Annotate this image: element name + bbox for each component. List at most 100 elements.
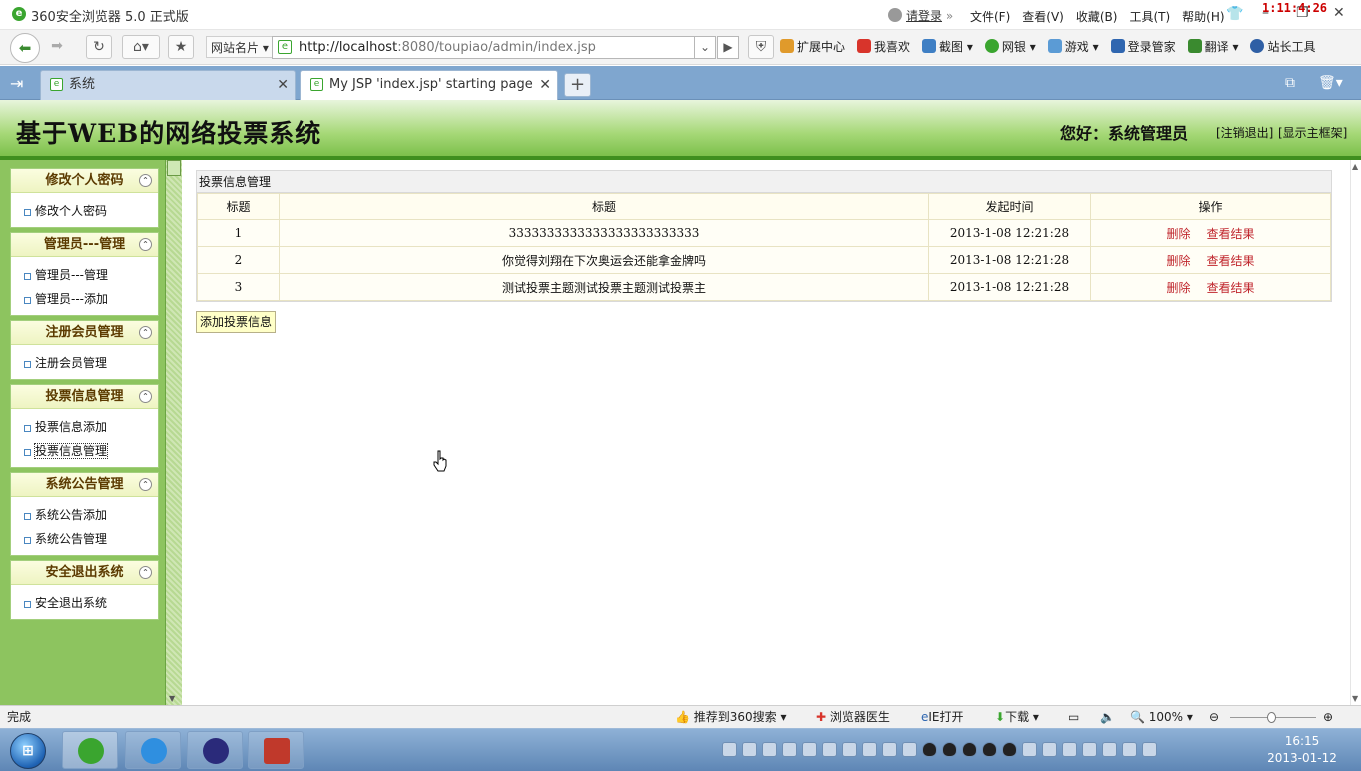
add-vote-button[interactable]: 添加投票信息: [196, 311, 277, 333]
sidebar-item-change-password[interactable]: 修改个人密码: [11, 199, 158, 223]
sidebar-item-admin-add[interactable]: 管理员---添加: [11, 287, 158, 311]
sidebar-item-vote-manage[interactable]: 投票信息管理: [11, 439, 158, 463]
tray-app-icon[interactable]: [742, 742, 757, 757]
menu-favorites[interactable]: 收藏(B): [1076, 8, 1118, 25]
volume-icon[interactable]: 🔈: [1100, 706, 1115, 728]
taskbar-clock[interactable]: 16:15 2013-01-12: [1262, 733, 1342, 767]
tab-system[interactable]: e 系统 ✕: [40, 70, 296, 100]
forward-button[interactable]: ➡: [44, 35, 70, 59]
close-tab-icon[interactable]: ✕: [539, 71, 551, 99]
collapse-icon[interactable]: ⌃: [139, 478, 152, 491]
qq-icon[interactable]: [962, 742, 977, 757]
collapse-icon[interactable]: ⌃: [139, 238, 152, 251]
download-button[interactable]: ⬇下载 ▾: [995, 706, 1039, 728]
tray-app-icon[interactable]: [842, 742, 857, 757]
panel-header[interactable]: 投票信息管理 ⌃: [11, 385, 158, 409]
scroll-up-icon[interactable]: ▲: [1352, 162, 1358, 171]
panel-header[interactable]: 修改个人密码 ⌃: [11, 169, 158, 193]
sidebar-item-safe-logout[interactable]: 安全退出系统: [11, 591, 158, 615]
tool-games[interactable]: 游戏 ▾: [1047, 38, 1099, 55]
sidebar-item-notice-add[interactable]: 系统公告添加: [11, 503, 158, 527]
qq-icon[interactable]: [922, 742, 937, 757]
sidebar-item-notice-manage[interactable]: 系统公告管理: [11, 527, 158, 551]
sidebar-scrollbar[interactable]: ▼: [165, 160, 182, 705]
network-icon[interactable]: [1142, 742, 1157, 757]
zoom-out-icon[interactable]: ⊖: [1209, 706, 1219, 728]
new-tab-button[interactable]: +: [564, 73, 591, 97]
tray-app-icon[interactable]: [902, 742, 917, 757]
collapse-icon[interactable]: ⌃: [139, 174, 152, 187]
ie-open[interactable]: eIE打开: [921, 706, 964, 728]
scroll-down-icon[interactable]: ▼: [1352, 694, 1358, 703]
scroll-down-icon[interactable]: ▼: [169, 694, 175, 703]
tool-extensions[interactable]: 扩展中心: [780, 38, 845, 55]
device-icon[interactable]: [1102, 742, 1117, 757]
sidebar-item-member-manage[interactable]: 注册会员管理: [11, 351, 158, 375]
tray-app-icon[interactable]: [802, 742, 817, 757]
tool-webmaster[interactable]: 站长工具: [1250, 38, 1316, 55]
panel-header[interactable]: 安全退出系统 ⌃: [11, 561, 158, 585]
menu-view[interactable]: 查看(V): [1022, 8, 1064, 25]
skin-icon[interactable]: 👕: [1226, 6, 1243, 22]
collapse-icon[interactable]: ⌃: [139, 566, 152, 579]
tab-index-jsp[interactable]: e My JSP 'index.jsp' starting page ✕: [300, 70, 558, 100]
collapse-icon[interactable]: ⌃: [139, 390, 152, 403]
qq-icon[interactable]: [942, 742, 957, 757]
sidebar-item-admin-manage[interactable]: 管理员---管理: [11, 263, 158, 287]
tray-app-icon[interactable]: [862, 742, 877, 757]
tool-like[interactable]: 我喜欢: [857, 38, 910, 55]
zoom-control[interactable]: 🔍 100% ▾: [1130, 706, 1193, 728]
window-icon[interactable]: ▭: [1068, 706, 1079, 728]
tray-app-icon[interactable]: [882, 742, 897, 757]
address-dropdown-button[interactable]: ⌄: [694, 36, 716, 59]
zoom-slider-handle[interactable]: [1267, 712, 1276, 723]
menu-tools[interactable]: 工具(T): [1129, 8, 1170, 25]
delete-link[interactable]: 删除: [1166, 254, 1190, 268]
login-area[interactable]: 请登录 »: [888, 7, 953, 24]
back-button[interactable]: ⬅: [10, 33, 40, 63]
tool-screenshot[interactable]: 截图 ▾: [922, 38, 973, 55]
trash-icon[interactable]: 🗑▾: [1318, 75, 1343, 91]
tray-app-icon[interactable]: [762, 742, 777, 757]
sync-icon[interactable]: [1062, 742, 1077, 757]
start-button[interactable]: ⊞: [10, 733, 46, 769]
tool-login-manager[interactable]: 登录管家: [1110, 38, 1176, 55]
security-button[interactable]: ⛨: [748, 35, 774, 59]
favorite-star-button[interactable]: ★: [168, 35, 194, 59]
view-result-link[interactable]: 查看结果: [1207, 281, 1255, 295]
tool-translate[interactable]: 翻译 ▾: [1187, 38, 1238, 55]
shield-icon[interactable]: [1042, 742, 1057, 757]
zoom-in-icon[interactable]: ⊕: [1323, 706, 1333, 728]
taskbar-internet-explorer[interactable]: [125, 731, 181, 769]
qq-icon[interactable]: [1002, 742, 1017, 757]
refresh-button[interactable]: ↻: [86, 35, 112, 59]
tool-bank[interactable]: 网银 ▾: [984, 38, 1036, 55]
panel-header[interactable]: 管理员---管理 ⌃: [11, 233, 158, 257]
page-scrollbar[interactable]: ▲ ▼: [1350, 160, 1361, 705]
tray-app-icon[interactable]: [782, 742, 797, 757]
tray-app-icon[interactable]: [822, 742, 837, 757]
keyboard-icon[interactable]: [722, 742, 737, 757]
taskbar-eclipse[interactable]: [187, 731, 243, 769]
tab-count-icon[interactable]: ⧉: [1285, 75, 1295, 91]
logout-link[interactable]: [注销退出]: [1216, 124, 1273, 141]
view-result-link[interactable]: 查看结果: [1207, 254, 1255, 268]
address-bar[interactable]: e http://localhost:8080/toupiao/admin/in…: [272, 36, 695, 59]
view-result-link[interactable]: 查看结果: [1207, 227, 1255, 241]
scroll-thumb[interactable]: [167, 160, 181, 176]
show-main-frame-link[interactable]: [显示主框架]: [1278, 124, 1347, 141]
browser-doctor[interactable]: ✚ 浏览器医生: [816, 706, 890, 728]
login-link[interactable]: 请登录: [906, 9, 942, 23]
panel-header[interactable]: 注册会员管理 ⌃: [11, 321, 158, 345]
delete-link[interactable]: 删除: [1166, 281, 1190, 295]
speaker-icon[interactable]: [1122, 742, 1137, 757]
taskbar-360-browser[interactable]: [62, 731, 118, 769]
qq-icon[interactable]: [982, 742, 997, 757]
site-cards-dropdown[interactable]: 网站名片 ▾: [206, 36, 274, 58]
delete-link[interactable]: 删除: [1166, 227, 1190, 241]
recommend-360-search[interactable]: 👍 推荐到360搜索 ▾: [675, 706, 787, 728]
close-tab-icon[interactable]: ✕: [277, 71, 289, 99]
home-button[interactable]: ⌂▾: [122, 35, 160, 59]
taskbar-toolbox[interactable]: [248, 731, 304, 769]
menu-help[interactable]: 帮助(H): [1182, 8, 1224, 25]
